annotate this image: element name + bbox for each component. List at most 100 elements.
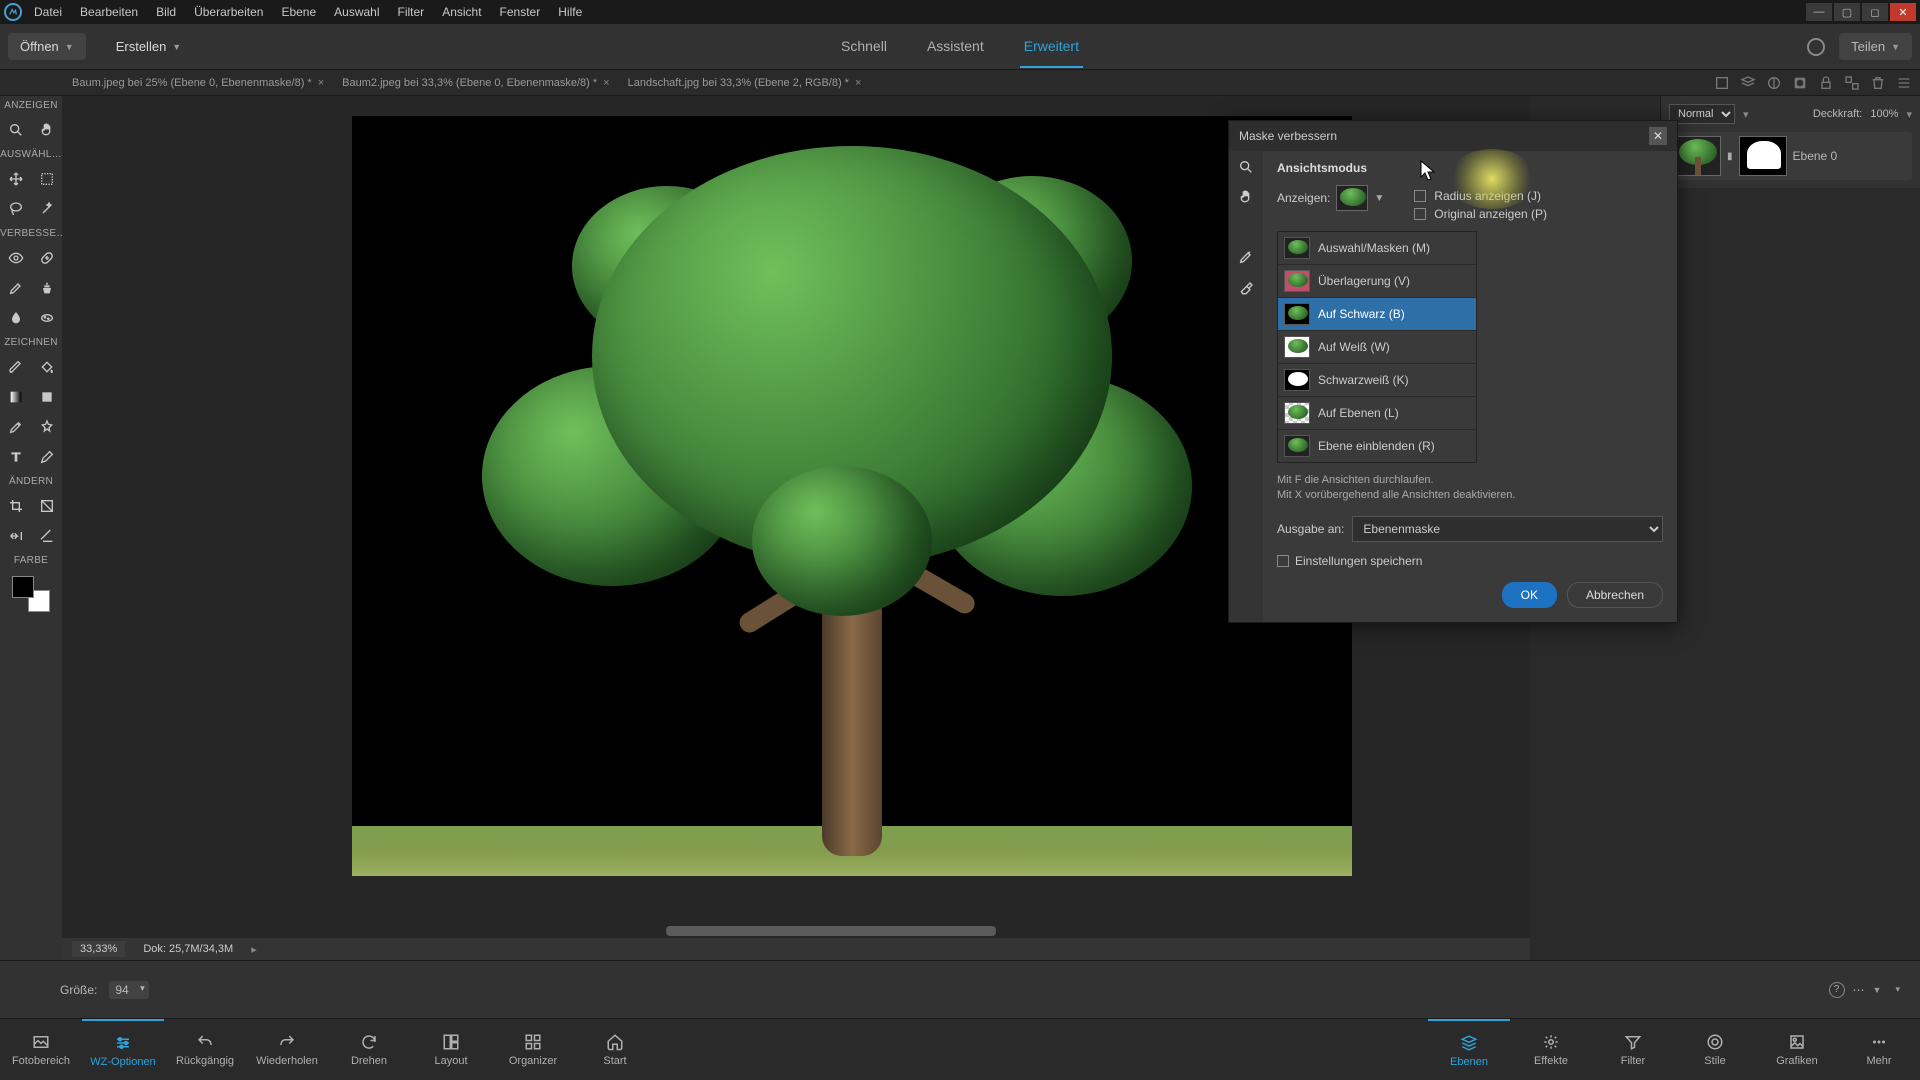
zoom-level[interactable]: 33,33% <box>72 941 125 957</box>
recompose-tool[interactable] <box>31 491 62 521</box>
link-icon[interactable]: ▮ <box>1727 151 1733 162</box>
close-icon[interactable]: × <box>603 77 609 89</box>
home-button[interactable]: Start <box>574 1019 656 1080</box>
clone-stamp-tool[interactable] <box>31 273 62 303</box>
size-dropdown[interactable]: 94 <box>109 981 148 999</box>
chevron-down-icon[interactable]: ▼ <box>1873 985 1882 995</box>
layer-group-icon[interactable] <box>1740 75 1756 91</box>
styles-panel-button[interactable]: Stile <box>1674 1019 1756 1080</box>
panel-menu-icon[interactable] <box>1896 75 1912 91</box>
view-option-on-white[interactable]: Auf Weiß (W) <box>1278 331 1476 364</box>
menu-layer[interactable]: Ebene <box>281 5 316 19</box>
theme-toggle-icon[interactable] <box>1807 38 1825 56</box>
view-option-overlay[interactable]: Überlagerung (V) <box>1278 265 1476 298</box>
doc-tab[interactable]: Landschaft.jpg bei 33,3% (Ebene 2, RGB/8… <box>620 73 870 93</box>
menu-view[interactable]: Ansicht <box>442 5 481 19</box>
graphics-panel-button[interactable]: Grafiken <box>1756 1019 1838 1080</box>
link-layers-icon[interactable] <box>1844 75 1860 91</box>
redo-button[interactable]: Wiederholen <box>246 1019 328 1080</box>
magic-wand-tool[interactable] <box>31 194 62 224</box>
layer-row[interactable]: ▮ Ebene 0 <box>1669 132 1912 180</box>
color-swatches[interactable] <box>12 576 50 612</box>
refine-radius-tool-icon[interactable] <box>1238 249 1254 265</box>
document-canvas[interactable] <box>352 116 1352 876</box>
scrollbar-thumb[interactable] <box>666 926 996 936</box>
photo-bin-button[interactable]: Fotobereich <box>0 1019 82 1080</box>
adjustment-layer-icon[interactable] <box>1766 75 1782 91</box>
lock-icon[interactable] <box>1818 75 1834 91</box>
dialog-titlebar[interactable]: Maske verbessern ✕ <box>1229 121 1677 151</box>
ok-button[interactable]: OK <box>1502 582 1557 608</box>
menu-help[interactable]: Hilfe <box>558 5 582 19</box>
rotate-button[interactable]: Drehen <box>328 1019 410 1080</box>
horizontal-scrollbar[interactable] <box>362 926 1230 938</box>
sponge-tool[interactable] <box>31 303 62 333</box>
menu-filter[interactable]: Filter <box>398 5 425 19</box>
view-option-on-black[interactable]: Auf Schwarz (B) <box>1278 298 1476 331</box>
options-menu-icon[interactable]: ⋯ <box>1853 983 1865 997</box>
trash-icon[interactable] <box>1870 75 1886 91</box>
output-to-select[interactable]: Ebenenmaske <box>1352 516 1663 542</box>
brush-tool[interactable] <box>0 352 31 382</box>
dialog-close-button[interactable]: ✕ <box>1649 127 1667 145</box>
zoom-tool-icon[interactable] <box>1238 159 1254 175</box>
layer-name[interactable]: Ebene 0 <box>1793 149 1838 163</box>
new-layer-icon[interactable] <box>1714 75 1730 91</box>
layer-thumbnail[interactable] <box>1673 136 1721 176</box>
custom-shape-tool[interactable] <box>31 412 62 442</box>
filters-panel-button[interactable]: Filter <box>1592 1019 1674 1080</box>
paint-bucket-tool[interactable] <box>31 352 62 382</box>
marquee-tool[interactable] <box>31 164 62 194</box>
menu-edit[interactable]: Bearbeiten <box>80 5 138 19</box>
layers-panel-button[interactable]: Ebenen <box>1428 1019 1510 1080</box>
help-icon[interactable]: ? <box>1829 982 1845 998</box>
share-button[interactable]: Teilen▼ <box>1839 33 1912 60</box>
menu-select[interactable]: Auswahl <box>334 5 379 19</box>
close-icon[interactable]: × <box>318 77 324 89</box>
statusbar-arrow-icon[interactable]: ▸ <box>251 943 257 956</box>
redeye-tool[interactable] <box>0 243 31 273</box>
menu-window[interactable]: Fenster <box>500 5 541 19</box>
foreground-color[interactable] <box>12 576 34 598</box>
undo-button[interactable]: Rückgängig <box>164 1019 246 1080</box>
menu-image[interactable]: Bild <box>156 5 176 19</box>
pencil-tool[interactable] <box>31 442 62 472</box>
tool-options-button[interactable]: WZ-Optionen <box>82 1019 164 1080</box>
opacity-value[interactable]: 100% <box>1870 108 1898 120</box>
zoom-tool[interactable] <box>0 115 31 145</box>
mask-icon[interactable] <box>1792 75 1808 91</box>
view-option-on-layers[interactable]: Auf Ebenen (L) <box>1278 397 1476 430</box>
window-restore-button[interactable]: ▢ <box>1834 3 1860 21</box>
chevron-down-icon[interactable]: ▼ <box>1374 193 1384 204</box>
hand-tool-icon[interactable] <box>1238 189 1254 205</box>
erase-refinements-tool-icon[interactable] <box>1238 279 1254 295</box>
gradient-tool[interactable] <box>0 382 31 412</box>
close-icon[interactable]: × <box>855 77 861 89</box>
view-preview-swatch[interactable] <box>1336 185 1368 211</box>
mode-guided[interactable]: Assistent <box>923 26 988 68</box>
cancel-button[interactable]: Abbrechen <box>1567 582 1663 608</box>
more-panel-button[interactable]: Mehr <box>1838 1019 1920 1080</box>
effects-panel-button[interactable]: Effekte <box>1510 1019 1592 1080</box>
view-option-black-white[interactable]: Schwarzweiß (K) <box>1278 364 1476 397</box>
doc-tab[interactable]: Baum2.jpeg bei 33,3% (Ebene 0, Ebenenmas… <box>334 73 617 93</box>
content-aware-move-tool[interactable] <box>0 521 31 551</box>
open-button[interactable]: Öffnen▼ <box>8 33 86 60</box>
move-tool[interactable] <box>0 164 31 194</box>
organizer-button[interactable]: Organizer <box>492 1019 574 1080</box>
blend-mode-select[interactable]: Normal <box>1669 104 1735 124</box>
window-close-button[interactable]: ✕ <box>1890 3 1916 21</box>
doc-tab[interactable]: Baum.jpeg bei 25% (Ebene 0, Ebenenmaske/… <box>64 73 332 93</box>
mode-expert[interactable]: Erweitert <box>1020 26 1083 68</box>
type-tool[interactable] <box>0 442 31 472</box>
layout-button[interactable]: Layout <box>410 1019 492 1080</box>
view-option-marching-ants[interactable]: Auswahl/Masken (M) <box>1278 232 1476 265</box>
layer-mask-thumbnail[interactable] <box>1739 136 1787 176</box>
menu-file[interactable]: Datei <box>34 5 62 19</box>
shape-tool[interactable] <box>31 382 62 412</box>
crop-tool[interactable] <box>0 491 31 521</box>
collapse-icon[interactable]: ▾ <box>1895 984 1900 995</box>
blur-tool[interactable] <box>0 303 31 333</box>
window-maximize-button[interactable]: ◻ <box>1862 3 1888 21</box>
remember-settings-checkbox[interactable] <box>1277 555 1289 567</box>
